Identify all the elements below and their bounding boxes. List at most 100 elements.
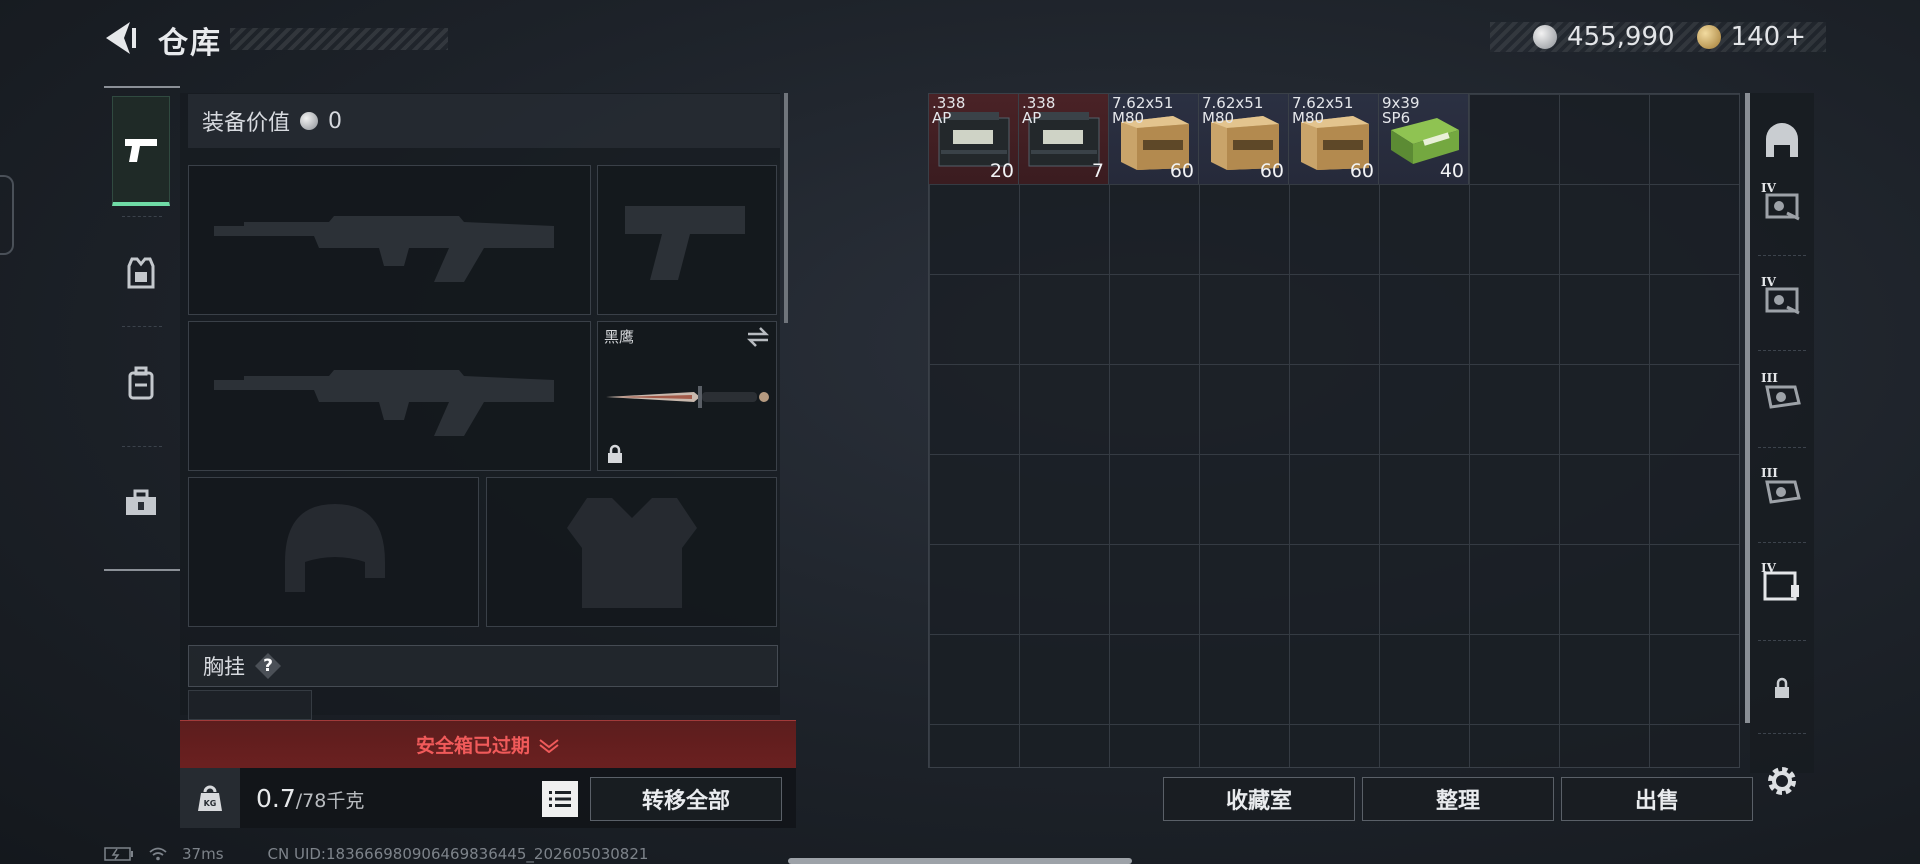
knife-icon (606, 386, 769, 408)
weight-current: 0.7 (256, 783, 296, 813)
equipment-value-header: 装备价值 0 (188, 94, 780, 148)
category-tabs (104, 86, 180, 571)
item-name: 7.62x51 M80 (1112, 94, 1174, 127)
item-count: 20 (989, 160, 1014, 182)
helmet-silhouette-icon (285, 504, 385, 592)
tier-label: IV (1761, 561, 1776, 575)
status-bar: 37ms CN UID:183666980906469836445_202605… (104, 845, 648, 863)
gear-icon (1768, 767, 1796, 795)
gold-balance: 140 (1730, 22, 1781, 52)
page-title: 仓库 (158, 26, 222, 61)
melee-name: 黑鹰 (604, 328, 635, 346)
item-name: .338 AP (932, 94, 966, 127)
carry-weight: 0.7/78千克 (256, 784, 364, 813)
silver-coin-icon (300, 112, 319, 130)
stash-category-1[interactable] (1752, 108, 1812, 178)
swap-icon[interactable] (746, 326, 770, 348)
battery-icon (104, 847, 133, 861)
item-count: 40 (1439, 160, 1464, 182)
tier-label: IV (1761, 181, 1776, 195)
category-divider (1758, 733, 1806, 734)
tier-label: IV (1761, 275, 1776, 289)
tier-iii-armor-icon: III (1761, 371, 1803, 417)
silver-balance: 455,990 (1567, 22, 1675, 52)
weight-max: /78千克 (295, 789, 365, 812)
currency-bar: 455,990 140 + (1490, 22, 1826, 52)
toolbox-icon (126, 489, 156, 515)
primary-weapon-slot[interactable] (188, 165, 591, 315)
weight-icon-box: KG (180, 768, 240, 828)
collection-room-button[interactable]: 收藏室 (1163, 777, 1355, 821)
category-divider (1758, 447, 1806, 448)
melee-slot[interactable]: 黑鹰 (597, 321, 777, 471)
lock-icon (608, 444, 622, 463)
chest-rig-row[interactable]: 胸挂 ? (188, 645, 778, 687)
edge-handle[interactable] (0, 175, 14, 255)
body-armor-slot[interactable] (486, 477, 777, 627)
tier-iv-armor-icon: IV (1761, 181, 1803, 227)
stash-category-4[interactable]: III (1752, 360, 1812, 430)
stash-item[interactable]: 7.62x51 M80 60 (1199, 94, 1289, 184)
sidearm-slot[interactable] (597, 165, 777, 315)
item-name: .338 AP (1022, 94, 1056, 127)
back-button[interactable] (100, 18, 140, 58)
equipment-value-label: 装备价值 (202, 111, 291, 136)
stash-item[interactable]: 7.62x51 M80 60 (1289, 94, 1379, 184)
chevron-down-icon (539, 738, 559, 753)
gold-topup-button[interactable]: + (1784, 22, 1806, 52)
helmet-cabinet-icon (1762, 121, 1802, 165)
weight-bar: KG 0.7/78千克 转移全部 (180, 768, 796, 828)
safe-box-expired-banner[interactable]: 安全箱已过期 (180, 720, 796, 768)
silver-coin-icon (1533, 25, 1558, 49)
chest-rig-slot[interactable] (188, 690, 312, 720)
category-divider (1758, 350, 1806, 351)
equipment-scrollbar[interactable] (784, 93, 788, 323)
stash-item[interactable]: .338 AP 20 (929, 94, 1019, 184)
help-button[interactable]: ? (255, 653, 281, 679)
stash-category-6[interactable]: IV (1752, 550, 1812, 620)
list-view-button[interactable] (542, 781, 578, 817)
sort-button[interactable]: 整理 (1362, 777, 1554, 821)
tier-label: III (1761, 371, 1778, 385)
secondary-weapon-slot[interactable] (188, 321, 591, 471)
item-count: 7 (1091, 160, 1104, 182)
pistol-icon (125, 138, 157, 162)
kg-label: KG (204, 799, 217, 808)
stash-category-2[interactable]: IV (1752, 170, 1812, 240)
rifle-silhouette-icon (214, 370, 554, 436)
tab-gear[interactable] (112, 218, 170, 328)
item-count: 60 (1349, 160, 1374, 182)
stash-grid[interactable] (928, 93, 1740, 768)
pistol-silhouette-icon (625, 206, 745, 280)
list-icon (549, 791, 571, 807)
helmet-slot[interactable] (188, 477, 479, 627)
tab-weapons[interactable] (112, 96, 170, 206)
stash-category-7[interactable] (1752, 655, 1812, 725)
tab-containers[interactable] (112, 328, 170, 438)
tab-medical[interactable] (112, 448, 170, 558)
home-indicator[interactable] (788, 858, 1132, 864)
stash-category-5[interactable]: III (1752, 455, 1812, 525)
chest-rig-label: 胸挂 (203, 655, 245, 679)
stash-item[interactable]: .338 AP 7 (1019, 94, 1109, 184)
tier-iv-armor-icon: IV (1761, 275, 1803, 321)
transfer-all-button[interactable]: 转移全部 (590, 777, 782, 821)
stash-item[interactable]: 7.62x51 M80 60 (1109, 94, 1199, 184)
title-decoration (230, 28, 448, 50)
item-name: 7.62x51 M80 (1292, 94, 1354, 127)
tier-iv-ammo-case-icon: IV (1761, 561, 1803, 607)
category-divider (1758, 640, 1806, 641)
settings-button[interactable] (1752, 746, 1812, 816)
item-count: 60 (1259, 160, 1284, 182)
item-count: 60 (1169, 160, 1194, 182)
stash-item[interactable]: 9x39 SP6 40 (1379, 94, 1469, 184)
stash-category-3[interactable]: IV (1752, 264, 1812, 334)
back-arrow-icon (106, 22, 136, 54)
sell-button[interactable]: 出售 (1561, 777, 1753, 821)
kettlebell-weight-icon: KG (198, 785, 222, 811)
lock-icon (1773, 677, 1791, 703)
wifi-icon (149, 847, 167, 861)
item-name: 7.62x51 M80 (1202, 94, 1264, 127)
tier-label: III (1761, 466, 1778, 480)
category-divider (1758, 255, 1806, 256)
